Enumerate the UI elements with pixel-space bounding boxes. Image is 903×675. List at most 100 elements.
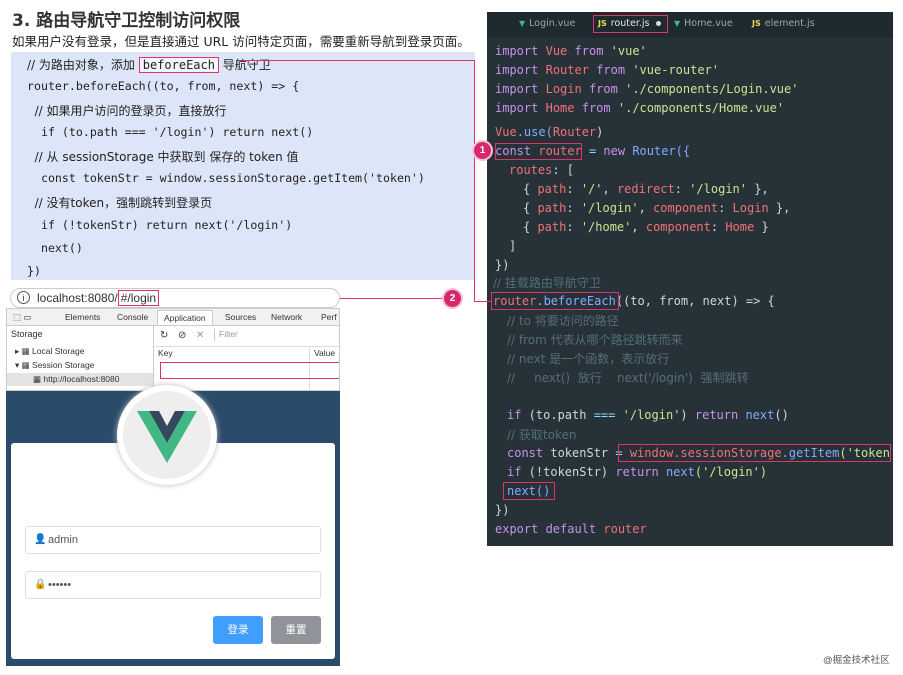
- logo-avatar: [117, 385, 217, 485]
- code-editor: ▼ Login.vue JS router.js ▼ Home.vue JS eleme…: [487, 12, 893, 546]
- filter-input[interactable]: Filter: [214, 329, 334, 341]
- login-button[interactable]: 登录: [213, 616, 263, 644]
- js-icon: JS: [752, 19, 761, 28]
- snippet-line-7: // 没有token，强制跳转到登录页: [27, 196, 213, 210]
- code-line: { path: '/home', component: Home }: [523, 220, 769, 234]
- tab-label: router.js: [610, 18, 650, 29]
- connector-line: [240, 60, 475, 61]
- snippet-line-10: }): [27, 264, 41, 278]
- code-line: import Vue from 'vue': [495, 44, 647, 58]
- code-line: if (!tokenStr) return next('/login'): [507, 465, 768, 479]
- code-line: import Router from 'vue-router': [495, 63, 720, 77]
- code-line: export default router: [495, 522, 647, 536]
- devtools-panel: ⬚ ▭ Elements Console Application Sources…: [6, 308, 340, 391]
- column-key: Key: [158, 348, 173, 358]
- url-text: localhost:8080/#/login: [37, 290, 160, 306]
- step-badge-1: 1: [474, 142, 491, 159]
- next-call-highlight: [503, 482, 555, 500]
- watermark: @掘金技术社区: [823, 655, 890, 666]
- before-each-keyword: beforeEach: [138, 57, 219, 73]
- password-value: ••••••: [48, 579, 72, 591]
- tab-console[interactable]: Console: [117, 312, 148, 322]
- snippet-line-2: router.beforeEach((to, from, next) => {: [27, 79, 300, 93]
- snippet-line-9: next(): [27, 241, 83, 255]
- devtools-tab-bar: ⬚ ▭ Elements Console Application Sources…: [7, 309, 339, 326]
- code-line: }): [495, 258, 510, 272]
- empty-storage-highlight: [160, 362, 339, 379]
- code-line: routes: [: [509, 163, 575, 177]
- tab-elements[interactable]: Elements: [65, 312, 100, 322]
- code-line: }): [495, 503, 510, 517]
- clear-icon[interactable]: ⊘: [178, 330, 186, 341]
- code-line: ]: [509, 239, 517, 253]
- username-field[interactable]: 👤 admin: [25, 526, 321, 554]
- connector-line: [474, 60, 475, 302]
- editor-tab-bar: ▼ Login.vue JS router.js ▼ Home.vue JS eleme…: [487, 12, 893, 38]
- url-host: localhost:8080/: [37, 291, 118, 305]
- code-line: import Login from './components/Login.vu…: [495, 82, 799, 96]
- inspect-icon[interactable]: ⬚ ▭: [13, 312, 31, 323]
- connector-arrow: [474, 301, 492, 302]
- js-icon: JS: [598, 19, 607, 28]
- snippet-line-1: // 为路由对象，添加 beforeEach 导航守卫: [27, 56, 271, 73]
- refresh-icon[interactable]: ↻: [160, 330, 168, 341]
- tab-login-vue[interactable]: ▼ Login.vue: [519, 18, 575, 29]
- vue-logo-icon: [137, 411, 197, 463]
- get-item-highlight: [618, 444, 891, 462]
- user-icon: 👤: [34, 534, 47, 545]
- tree-session-storage[interactable]: ▾ ▦ Session Storage: [15, 360, 94, 371]
- code-line: { path: '/', redirect: '/login' },: [523, 182, 769, 196]
- delete-icon[interactable]: ✕: [196, 330, 204, 341]
- snippet-line-3: // 如果用户访问的登录页，直接放行: [27, 104, 227, 118]
- reset-button[interactable]: 重置: [271, 616, 321, 644]
- tab-application[interactable]: Application: [157, 310, 213, 325]
- code-comment: // to 将要访问的路径: [507, 314, 619, 328]
- snippet-line-4: if (to.path === '/login') return next(): [27, 125, 314, 139]
- code-comment: // from 代表从哪个路径跳转而来: [507, 333, 683, 347]
- column-value: Value: [314, 348, 336, 358]
- before-each-highlight: [491, 292, 619, 310]
- code-comment: // 获取token: [507, 428, 577, 442]
- page-subtitle: 如果用户没有登录，但是直接通过 URL 访问特定页面，需要重新导航到登录页面。: [12, 34, 470, 49]
- tree-local-storage[interactable]: ▸ ▦ Local Storage: [15, 346, 84, 357]
- storage-tree: Storage ▸ ▦ Local Storage ▾ ▦ Session St…: [7, 326, 153, 390]
- code-comment: // 挂载路由导航守卫: [493, 276, 601, 290]
- code-line: import Home from './components/Home.vue': [495, 101, 785, 115]
- password-field[interactable]: 🔒 ••••••: [25, 571, 321, 599]
- tab-label: Login.vue: [529, 18, 576, 29]
- code-comment: // next() 放行 next('/login') 强制跳转: [507, 371, 749, 385]
- table-divider: [154, 346, 339, 347]
- username-value: admin: [48, 534, 78, 546]
- step-badge-2: 2: [444, 290, 461, 307]
- code-snippet: // 为路由对象，添加 beforeEach 导航守卫 router.befor…: [11, 52, 475, 280]
- lock-icon: 🔒: [34, 579, 47, 590]
- tab-performance[interactable]: Perf: [321, 312, 337, 322]
- snippet-line-8: if (!tokenStr) return next('/login'): [27, 218, 293, 232]
- page-title: 3. 路由导航守卫控制访问权限: [12, 11, 241, 31]
- tab-sources[interactable]: Sources: [225, 312, 256, 322]
- code-comment: // next 是一个函数，表示放行: [507, 352, 670, 366]
- vue-icon: ▼: [519, 19, 526, 28]
- tab-label: Home.vue: [684, 18, 733, 29]
- tab-home-vue[interactable]: ▼ Home.vue: [674, 18, 733, 29]
- snippet-line-5: // 从 sessionStorage 中获取到 保存的 token 值: [27, 150, 299, 164]
- tree-origin-item[interactable]: ▦ http://localhost:8080: [33, 374, 120, 385]
- const-router-highlight: [495, 143, 582, 160]
- snippet-line-6: const tokenStr = window.sessionStorage.g…: [27, 171, 425, 185]
- storage-table: ↻ ⊘ ✕ Filter Key Value: [153, 326, 339, 390]
- tab-router-js[interactable]: JS router.js: [593, 15, 668, 33]
- unsaved-dot-icon: [655, 21, 661, 26]
- logo-frame: [123, 391, 211, 479]
- code-line: Vue.use(Router): [495, 125, 604, 139]
- storage-header: Storage: [11, 329, 43, 339]
- info-icon[interactable]: i: [17, 291, 30, 304]
- url-hash: #/login: [117, 290, 160, 306]
- snippet-comment: // 为路由对象，添加: [27, 58, 139, 72]
- code-line: { path: '/login', component: Login },: [523, 201, 791, 215]
- tab-network[interactable]: Network: [271, 312, 302, 322]
- address-bar[interactable]: i localhost:8080/#/login: [10, 288, 340, 308]
- tab-element-js[interactable]: JS element.js: [752, 18, 815, 29]
- code-line: if (to.path === '/login') return next(): [507, 408, 789, 422]
- tab-label: element.js: [764, 18, 815, 29]
- vue-icon: ▼: [674, 19, 681, 28]
